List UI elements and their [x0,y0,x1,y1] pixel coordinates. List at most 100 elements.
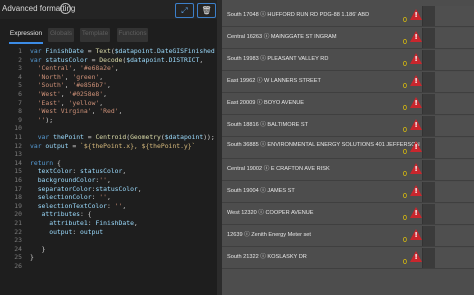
code-line[interactable]: 6 'West', '#0258e8', [0,90,217,99]
code-line[interactable]: 25} [0,253,217,262]
list-item[interactable]: South 36885 ⓘ ENVIRONMENTAL ENERGY SOLUT… [222,138,474,159]
list-item-side [435,204,474,224]
code-text[interactable]: output: output [30,228,103,237]
code-line[interactable]: 13 [0,150,217,159]
list-item[interactable]: Central 16263 ⓘ MAINGGATE ST INGRAM 0 [222,28,474,49]
code-line[interactable]: 16 backgroundColor:'', [0,176,217,185]
list-item[interactable]: South 18816 ⓘ BALTIMORE ST 0 [222,116,474,137]
warning-triangle-icon[interactable] [410,97,422,108]
warning-triangle-icon[interactable] [410,207,422,218]
code-line[interactable]: 22 output: output [0,228,217,237]
expand-icon[interactable]: ⤢ [175,3,194,18]
code-text[interactable]: separatorColor:statusColor, [30,185,142,194]
list-item[interactable]: South 19004 ⓘ JAMES ST 0 [222,182,474,203]
code-line[interactable]: 23 [0,236,217,245]
warning-triangle-icon[interactable] [410,9,422,20]
code-text[interactable]: } [30,245,46,254]
code-text[interactable]: backgroundColor:'', [30,176,111,185]
info-icon[interactable]: i [60,3,71,14]
code-text[interactable]: selectionColor: '', [30,193,111,202]
list-item-cell: Central 19002 ⓘ E CRAFTON AVE RISK 0 [222,160,422,180]
list-item[interactable]: 12639 ⓘ Zenith Energy Meter set 0 [222,226,474,247]
tab-expression[interactable]: Expression [9,28,43,44]
code-line[interactable]: 19 selectionTextColor: '', [0,202,217,211]
list-item-gutter [422,94,436,114]
code-text[interactable]: var thePoint = Centroid(Geometry($datapo… [30,133,215,142]
code-text[interactable]: 'East', 'yellow', [30,99,103,108]
code-line[interactable]: 14 return { [0,159,217,168]
code-line[interactable]: 4 'North', 'green', [0,73,217,82]
list-item-gutter [422,138,436,158]
code-text[interactable]: 'South', '#e856b7', [30,81,111,90]
warning-triangle-icon[interactable] [410,163,422,174]
tab-globals[interactable]: Globals [48,28,74,42]
list-item-value: 0 [403,149,407,156]
line-number: 16 [14,176,22,184]
line-number: 10 [14,124,22,133]
line-number: 24 [14,244,22,253]
code-text[interactable]: attribute1: FinishDate, [30,219,138,228]
code-text[interactable]: } [30,253,34,262]
list-item[interactable]: Central 19002 ⓘ E CRAFTON AVE RISK 0 [222,160,474,181]
code-line[interactable]: 15 textColor: statusColor, [0,167,217,176]
code-text[interactable]: ''); [30,116,53,125]
list-item-side [435,226,474,246]
list-item-gutter [422,72,436,92]
code-line[interactable]: 8 'West Virgina', 'Red', [0,107,217,116]
code-line[interactable]: 10 [0,124,217,133]
list-item-value: 0 [403,193,407,200]
code-line[interactable]: 7 'East', 'yellow', [0,99,217,108]
code-line[interactable]: 12 var output = `${thePoint.x}, ${thePoin… [0,142,217,151]
code-text[interactable]: var statusColor = Decode($datapoint.DIST… [30,56,203,65]
code-text[interactable]: return { [30,159,61,168]
list-item[interactable]: East 19962 ⓘ W LANNERS STREET 0 [222,72,474,93]
code-text[interactable]: 'West', '#0258e8', [30,90,107,99]
list-item-side [435,50,474,70]
tab-functions[interactable]: Functions [117,28,148,42]
code-line[interactable]: 5 'South', '#e856b7', [0,81,217,90]
code-text[interactable]: var FinishDate = Text($datapoint.DateGIS… [30,47,215,56]
list-item[interactable]: East 20009 ⓘ BOYO AVENUE 0 [222,94,474,115]
code-line[interactable]: 3 'Central', '#e68a2e', [0,64,217,73]
code-text[interactable]: var output = `${thePoint.x}, ${thePoint.… [30,142,195,151]
warning-triangle-icon[interactable] [410,31,422,42]
code-text[interactable]: selectionTextColor: '', [30,202,127,211]
line-number: 9 [18,115,22,124]
code-text[interactable]: 'North', 'green', [30,73,103,82]
code-text[interactable]: textColor: statusColor, [30,167,127,176]
code-text[interactable]: attributes: { [30,210,92,219]
list-item[interactable]: West 12320 ⓘ COOPER AVENUE 0 [222,204,474,225]
code-line[interactable]: 2 var statusColor = Decode($datapoint.DIS… [0,56,217,65]
trash-icon[interactable]: 🗑 [197,3,216,18]
line-number: 25 [14,253,22,262]
list-item-cell: South 19983 ⓘ PLEASANT VALLEY RD 0 [222,50,422,70]
list-item[interactable]: South 17048 ⓘ HUFFORD RUN RD PDG-88 1.18… [222,6,474,27]
list-item-cell: South 17048 ⓘ HUFFORD RUN RD PDG-88 1.18… [222,6,422,26]
code-line[interactable]: 1 var FinishDate = Text($datapoint.DateGI… [0,47,217,56]
warning-triangle-icon[interactable] [410,75,422,86]
list-item[interactable]: South 19983 ⓘ PLEASANT VALLEY RD 0 [222,50,474,71]
line-number: 12 [14,141,22,150]
code-line[interactable]: 11 var thePoint = Centroid(Geometry($dat… [0,133,217,142]
warning-triangle-icon[interactable] [410,185,422,196]
code-line[interactable]: 26 [0,262,217,271]
code-line[interactable]: 17 separatorColor:statusColor, [0,185,217,194]
warning-triangle-icon[interactable] [410,229,422,240]
code-line[interactable]: 9 ''); [0,116,217,125]
list-item-cell: Central 16263 ⓘ MAINGGATE ST INGRAM 0 [222,28,422,48]
code-line[interactable]: 21 attribute1: FinishDate, [0,219,217,228]
list-item[interactable]: South 21322 ⓘ KOSLASKY DR 0 [222,248,474,269]
list-item-label: East 19962 ⓘ W LANNERS STREET [227,78,321,84]
code-line[interactable]: 24 } [0,245,217,254]
code-line[interactable]: 18 selectionColor: '', [0,193,217,202]
code-editor[interactable]: 1 var FinishDate = Text($datapoint.DateGI… [0,44,217,295]
code-line[interactable]: 20 attributes: { [0,210,217,219]
warning-triangle-icon[interactable] [410,53,422,64]
warning-triangle-icon[interactable] [410,141,422,152]
code-text[interactable]: 'West Virgina', 'Red', [30,107,123,116]
warning-triangle-icon[interactable] [410,119,422,130]
tab-template[interactable]: Template [80,28,110,42]
list-item-value: 0 [403,127,407,134]
code-text[interactable]: 'Central', '#e68a2e', [30,64,119,73]
warning-triangle-icon[interactable] [410,251,422,262]
